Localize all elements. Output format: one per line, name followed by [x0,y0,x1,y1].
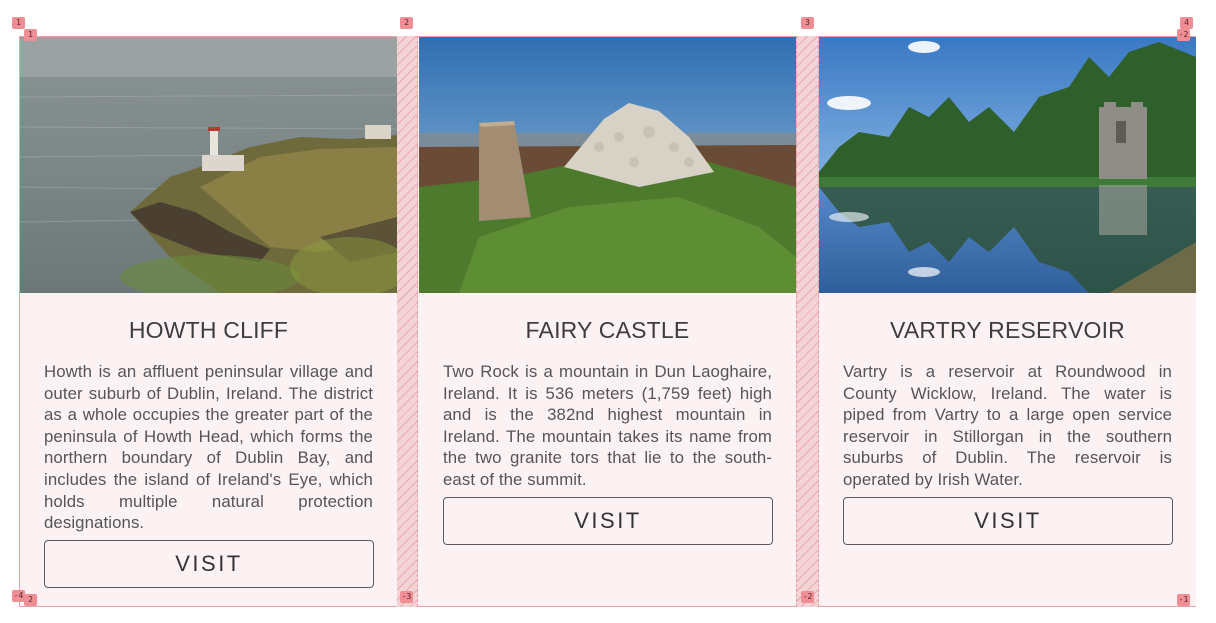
card-description: Howth is an affluent peninsular village … [44,362,373,533]
grid-gap-2 [796,36,819,607]
grid-gap-1 [395,36,418,607]
card-description: Vartry is a reservoir at Roundwood in Co… [843,362,1172,489]
visit-button[interactable]: VISIT [44,539,374,588]
card-title: FAIRY CASTLE [525,317,690,343]
grid-line-marker: 2 [24,594,37,606]
card-vartry-reservoir: VARTRY RESERVOIR Vartry is a reservoir a… [819,37,1196,606]
grid-line-marker: 2 [400,17,413,29]
howth-cliff-photo [20,37,397,293]
vartry-reservoir-photo [819,37,1196,293]
card-howth-cliff: HOWTH CLIFF Howth is an affluent peninsu… [20,37,397,606]
card-title: VARTRY RESERVOIR [890,317,1125,343]
grid-line-marker: 1 [24,29,37,41]
card-fairy-castle: FAIRY CASTLE Two Rock is a mountain in D… [419,37,796,606]
grid-line-marker: 4 [1180,17,1193,29]
fairy-castle-photo [419,37,796,293]
visit-button[interactable]: VISIT [843,496,1173,545]
grid-line-marker: -2 [1177,29,1190,41]
grid-line-marker: -1 [1177,594,1190,606]
card-description: Two Rock is a mountain in Dun Laoghaire,… [443,362,772,489]
grid-line-marker: -2 [801,591,814,603]
grid-line-marker: 1 [12,17,25,29]
visit-button[interactable]: VISIT [443,496,773,545]
card-title: HOWTH CLIFF [128,317,289,343]
grid-line-marker: 3 [801,17,814,29]
grid-line-marker: -3 [400,591,413,603]
